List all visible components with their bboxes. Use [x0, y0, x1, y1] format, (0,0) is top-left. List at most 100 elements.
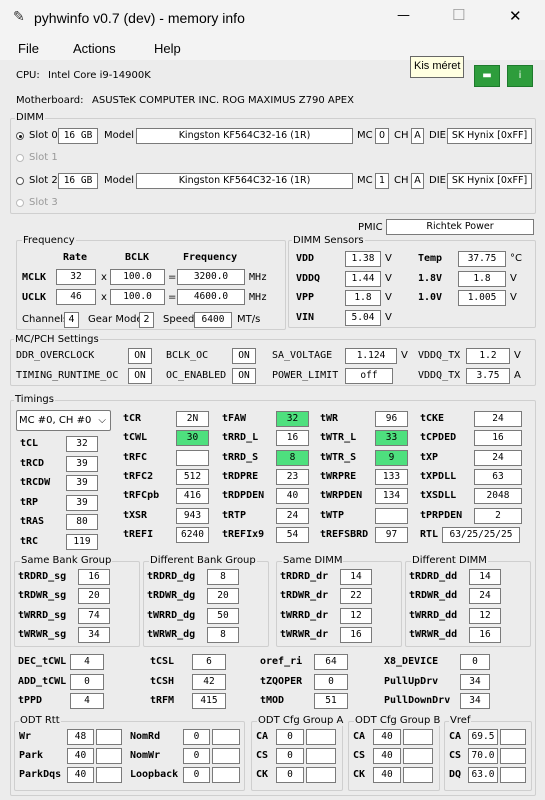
mcpch-vddq_tx2-unit: A: [514, 370, 521, 381]
mclk-x: x: [101, 272, 107, 283]
timing-value: 33: [375, 430, 408, 447]
timing-value: 12: [340, 607, 372, 624]
speed-unit: MT/s: [237, 314, 261, 325]
timing-value: 2: [474, 507, 522, 524]
slot-size: 16 GB: [58, 173, 98, 189]
tooltip: Kis méret: [410, 56, 465, 78]
slot-name: Slot 0: [29, 130, 58, 141]
timing-value: 16: [474, 430, 522, 447]
timing-value: 54: [276, 526, 309, 543]
timing-label: tRDRD_dd: [409, 571, 458, 582]
sensor-vin-value: 5.04: [345, 310, 381, 326]
maximize-button[interactable]: ☐: [452, 6, 465, 24]
sensor-v10-value: 1.005: [458, 290, 506, 306]
motherboard-value: ASUSTeK COMPUTER INC. ROG MAXIMUS Z790 A…: [92, 95, 354, 106]
odt-cfg-value: 40: [373, 748, 401, 765]
timing-value: 14: [469, 569, 501, 585]
timing-label: tRDPDEN: [222, 490, 265, 502]
timing-value: 50: [207, 607, 239, 624]
timing-label: tRDPRE: [222, 470, 259, 482]
timing-label: tRRD_L: [222, 432, 259, 444]
timing-value: 34: [460, 673, 490, 690]
timing-value: 34: [460, 693, 490, 709]
timing-label: tRDRD_dg: [147, 571, 196, 582]
slot-model: Kingston KF564C32-16 (1R): [136, 128, 353, 144]
timing-label: tRAS: [20, 516, 45, 527]
sensor-vdd-label: VDD: [296, 253, 315, 264]
mclk-freq: 3200.0: [177, 269, 245, 285]
timing-value: 134: [375, 488, 408, 505]
timing-value: 0: [460, 654, 490, 670]
timing-label: tWRWR_sg: [18, 628, 67, 640]
die-label: DIE: [429, 175, 446, 186]
vref-extra: [500, 748, 526, 765]
timing-label: tCWL: [123, 432, 148, 444]
timings-title: Timings: [14, 394, 55, 405]
slot-ch: A: [411, 173, 424, 189]
vref-label: CA: [449, 731, 462, 742]
info-button[interactable]: i: [507, 65, 533, 87]
menu-actions[interactable]: Actions: [73, 41, 116, 56]
uclk-unit: MHz: [249, 292, 268, 303]
mc-label: MC: [357, 130, 373, 141]
mcpch-trt_oc-label: TIMING_RUNTIME_OC: [16, 370, 119, 381]
menu-help[interactable]: Help: [154, 41, 181, 56]
speed-value: 6400: [194, 312, 232, 328]
menu-file[interactable]: File: [18, 41, 39, 56]
slot-die: SK Hynix [0xFF]: [447, 128, 532, 144]
sensor-v10-unit: V: [510, 292, 517, 303]
timing-label: tCKE: [420, 413, 445, 424]
odt-cfg-label: CS: [353, 750, 366, 762]
timing-value: 74: [78, 607, 110, 624]
odt-cfg-label: CA: [353, 731, 366, 742]
slot-radio[interactable]: [16, 132, 24, 140]
timing-value: 2N: [176, 411, 209, 427]
mclk-label: MCLK: [22, 272, 47, 283]
uclk-x: x: [101, 292, 107, 303]
timing-label: tWR: [320, 413, 339, 424]
uclk-freq: 4600.0: [177, 289, 245, 305]
odt-value: 0: [183, 729, 210, 745]
timing-value: 8: [207, 569, 239, 585]
timing-label: tRDRD_sg: [18, 571, 67, 582]
timing-value: 24: [474, 411, 522, 427]
odt-extra: [96, 729, 122, 745]
slot-size: 16 GB: [58, 128, 98, 144]
odt-extra: [96, 767, 122, 784]
uclk-eq: =: [168, 292, 177, 303]
odta-title: ODT Cfg Group A: [257, 715, 345, 726]
close-button[interactable]: ✕: [509, 7, 522, 25]
compact-view-button[interactable]: ▬: [474, 65, 500, 87]
odt-label: NomWr: [130, 750, 161, 762]
timing-label: tWRRD_sg: [18, 609, 67, 621]
timing-label: tREFSBRD: [320, 528, 369, 540]
die-label: DIE: [429, 130, 446, 141]
mcpch-vddq_tx1-label: VDDQ_TX: [418, 350, 461, 361]
mcpch-vddq_tx2-value: 3.75: [466, 368, 510, 384]
mc-ch-select[interactable]: MC #0, CH #0 ⌵: [16, 410, 111, 431]
slot-name: Slot 3: [29, 197, 58, 208]
sensor-vin-label: VIN: [296, 312, 315, 323]
timing-value: 22: [340, 588, 372, 605]
timing-value: 80: [66, 514, 98, 530]
timing-value: 39: [66, 494, 98, 511]
odt-cfg-label: CK: [353, 769, 366, 781]
odt-cfg-label: CS: [256, 750, 269, 762]
timing-label: tRFM: [150, 695, 175, 706]
motherboard-label: Motherboard:: [16, 95, 84, 106]
sensor-v10-label: 1.0V: [418, 292, 443, 303]
timing-label: tXP: [420, 451, 439, 463]
sensor-v18-label: 1.8V: [418, 273, 443, 284]
mc-label: MC: [357, 175, 373, 186]
odt-cfg-extra: [306, 767, 336, 784]
sensor-vdd-unit: V: [385, 253, 392, 264]
slot-die: SK Hynix [0xFF]: [447, 173, 532, 189]
timing-value: 4: [70, 654, 104, 670]
timing-value: 34: [78, 626, 110, 643]
slot-radio[interactable]: [16, 177, 24, 185]
slot-mc: 1: [375, 173, 389, 189]
minimize-button[interactable]: —: [397, 8, 410, 23]
timing-value: 97: [375, 526, 408, 543]
ch-label: CH: [394, 130, 409, 141]
timing-label: tPRPDEN: [420, 509, 463, 521]
